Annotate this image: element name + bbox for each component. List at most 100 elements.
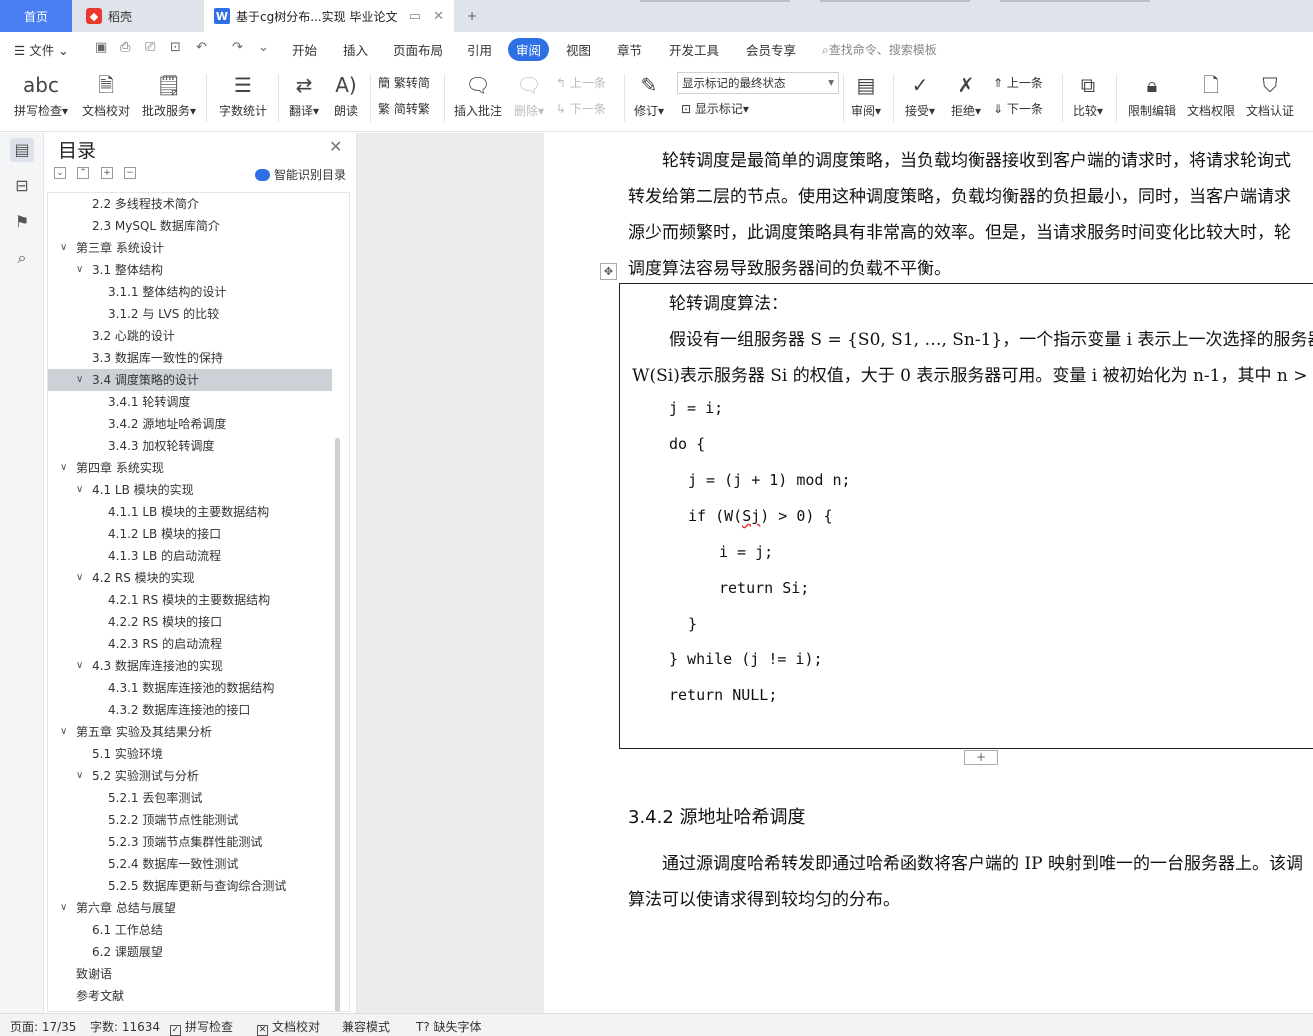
- toc-item[interactable]: 4.1.2 LB 模块的接口: [48, 523, 332, 545]
- tab-document[interactable]: W 基于cg树分布...实现 毕业论文 ▭ ✕: [204, 0, 454, 32]
- menu-review[interactable]: 审阅: [508, 38, 550, 61]
- toc-item[interactable]: 4.1.1 LB 模块的主要数据结构: [48, 501, 332, 523]
- chevron-down-icon[interactable]: ∨: [60, 721, 67, 743]
- proofread-button[interactable]: 🗎 文档校对: [78, 70, 134, 119]
- page-indicator[interactable]: 页面: 17/35: [10, 1018, 76, 1035]
- spellcheck-toggle[interactable]: ✓ 拼写检查: [170, 1018, 233, 1036]
- chevron-down-icon[interactable]: ∨: [60, 237, 67, 259]
- insert-comment-button[interactable]: 🗨 插入批注: [450, 70, 506, 119]
- menu-layout[interactable]: 页面布局: [393, 40, 443, 59]
- table-move-handle[interactable]: ✥: [600, 263, 617, 280]
- toc-item[interactable]: 5.2.1 丢包率测试: [48, 787, 332, 809]
- menu-member[interactable]: 会员专享: [746, 40, 796, 59]
- toc-item[interactable]: 4.1.3 LB 的启动流程: [48, 545, 332, 567]
- chevron-down-icon[interactable]: ∨: [60, 457, 67, 479]
- toc-item[interactable]: 2.2 多线程技术简介: [48, 193, 332, 215]
- bookmark-icon[interactable]: ⚑: [10, 210, 34, 234]
- track-changes-button[interactable]: ✎ 修订▾: [630, 70, 668, 119]
- print-icon[interactable]: ⎚: [145, 40, 155, 55]
- toc-item[interactable]: 6.2 课题展望: [48, 941, 332, 963]
- smart-toc-button[interactable]: 智能识别目录: [255, 166, 346, 183]
- close-icon[interactable]: ✕: [329, 137, 342, 156]
- search-icon[interactable]: ⌕: [10, 246, 34, 270]
- chevron-down-icon[interactable]: ∨: [76, 765, 83, 787]
- toc-item[interactable]: ∨ 第六章 总结与展望: [48, 897, 332, 919]
- menu-developer[interactable]: 开发工具: [669, 40, 719, 59]
- toc-pane-icon[interactable]: ▤: [10, 138, 34, 162]
- doc-cert-button[interactable]: ⛉ 文档认证: [1242, 70, 1298, 119]
- batch-service-button[interactable]: 🗒 批改服务▾: [138, 70, 200, 119]
- toc-item[interactable]: 3.4.1 轮转调度: [48, 391, 332, 413]
- doc-permission-button[interactable]: 🗋 文档权限: [1184, 70, 1238, 119]
- toc-item[interactable]: 2.3 MySQL 数据库简介: [48, 215, 332, 237]
- redo-icon[interactable]: ↷: [232, 40, 243, 55]
- toc-item[interactable]: 4.3.1 数据库连接池的数据结构: [48, 677, 332, 699]
- quick-access-more-icon[interactable]: ⌄: [258, 40, 269, 55]
- toc-item[interactable]: 4.2.3 RS 的启动流程: [48, 633, 332, 655]
- trad-to-simp-button[interactable]: 簡 繁转简: [378, 74, 430, 91]
- menu-insert[interactable]: 插入: [343, 40, 368, 59]
- toc-item[interactable]: ∨ 5.2 实验测试与分析: [48, 765, 332, 787]
- reject-button[interactable]: ✗ 拒绝▾: [946, 70, 986, 119]
- menu-view[interactable]: 视图: [566, 40, 591, 59]
- toc-item[interactable]: 6.1 工作总结: [48, 919, 332, 941]
- restrict-edit-button[interactable]: 🔒︎ 限制编辑: [1124, 70, 1180, 119]
- toc-item[interactable]: 4.2.2 RS 模块的接口: [48, 611, 332, 633]
- show-markup-button[interactable]: ⊡ 显示标记▾: [681, 100, 749, 117]
- proofread-toggle[interactable]: ✕ 文档校对: [257, 1018, 320, 1036]
- delete-comment-button[interactable]: 🗨 删除▾: [510, 70, 548, 119]
- simp-to-trad-button[interactable]: 繁 简转繁: [378, 100, 430, 117]
- toc-item[interactable]: 3.4.2 源地址哈希调度: [48, 413, 332, 435]
- prev-comment-button[interactable]: ↰ 上一条: [556, 74, 606, 91]
- command-search[interactable]: ⌕查找命令、搜索模板: [822, 41, 937, 58]
- undo-icon[interactable]: ↶: [196, 40, 207, 55]
- toc-item[interactable]: ∨ 第四章 系统实现: [48, 457, 332, 479]
- toc-item[interactable]: 3.1.1 整体结构的设计: [48, 281, 332, 303]
- chevron-down-icon[interactable]: ∨: [60, 897, 67, 919]
- spellcheck-button[interactable]: abc 拼写检查▾: [10, 70, 72, 119]
- toc-item[interactable]: 4.2.1 RS 模块的主要数据结构: [48, 589, 332, 611]
- toc-item[interactable]: 5.2.5 数据库更新与查询综合测试: [48, 875, 332, 897]
- toc-scrollbar[interactable]: [335, 438, 340, 1011]
- toc-item[interactable]: ∨ 4.3 数据库连接池的实现: [48, 655, 332, 677]
- word-count[interactable]: 字数: 11634: [90, 1018, 160, 1035]
- word-count-button[interactable]: ☰ 字数统计: [214, 70, 272, 119]
- tab-daoke[interactable]: ◆ 稻壳: [74, 0, 202, 32]
- file-menu[interactable]: ☰ 文件 ⌄: [14, 40, 69, 59]
- next-change-button[interactable]: ⇓ 下一条: [993, 100, 1043, 117]
- prev-change-button[interactable]: ⇑ 上一条: [993, 74, 1043, 91]
- toc-item[interactable]: 3.2 心跳的设计: [48, 325, 332, 347]
- export-pdf-icon[interactable]: ⎙: [120, 40, 130, 55]
- expand-all-icon[interactable]: ⌃: [77, 167, 89, 179]
- toc-item[interactable]: ∨ 4.1 LB 模块的实现: [48, 479, 332, 501]
- markup-state-select[interactable]: 显示标记的最终状态: [677, 72, 839, 94]
- toc-item[interactable]: 参考文献: [48, 985, 332, 1007]
- chevron-down-icon[interactable]: ∨: [76, 479, 83, 501]
- tab-close-icon[interactable]: ✕: [433, 9, 444, 24]
- toc-item[interactable]: 致谢语: [48, 963, 332, 985]
- read-aloud-button[interactable]: A) 朗读: [328, 70, 364, 119]
- demote-level-icon[interactable]: −: [124, 167, 136, 179]
- toc-item[interactable]: ∨ 4.2 RS 模块的实现: [48, 567, 332, 589]
- chevron-down-icon[interactable]: ∨: [76, 369, 83, 391]
- review-pane-button[interactable]: ▤ 审阅▾: [846, 70, 886, 119]
- collapse-all-icon[interactable]: ⌄: [54, 167, 66, 179]
- toc-item[interactable]: 3.1.2 与 LVS 的比较: [48, 303, 332, 325]
- new-tab-button[interactable]: +: [460, 0, 484, 32]
- menu-start[interactable]: 开始: [292, 40, 317, 59]
- tab-home[interactable]: 首页: [0, 0, 72, 32]
- toc-item[interactable]: ∨ 3.1 整体结构: [48, 259, 332, 281]
- table-add-row-button[interactable]: +: [964, 750, 998, 765]
- chapter-nav-icon[interactable]: ⊟: [10, 174, 34, 198]
- translate-button[interactable]: ⇄ 翻译▾: [284, 70, 324, 119]
- next-comment-button[interactable]: ↳ 下一条: [556, 100, 606, 117]
- save-icon[interactable]: ▣: [95, 40, 107, 55]
- toc-item[interactable]: 5.2.2 顶端节点性能测试: [48, 809, 332, 831]
- toc-item[interactable]: 3.3 数据库一致性的保持: [48, 347, 332, 369]
- promote-level-icon[interactable]: +: [101, 167, 113, 179]
- toc-item[interactable]: 3.4.3 加权轮转调度: [48, 435, 332, 457]
- toc-item[interactable]: 5.1 实验环境: [48, 743, 332, 765]
- missing-font-button[interactable]: T? 缺失字体: [416, 1018, 482, 1035]
- tab-restore-icon[interactable]: ▭: [409, 9, 421, 24]
- chevron-down-icon[interactable]: ∨: [76, 259, 83, 281]
